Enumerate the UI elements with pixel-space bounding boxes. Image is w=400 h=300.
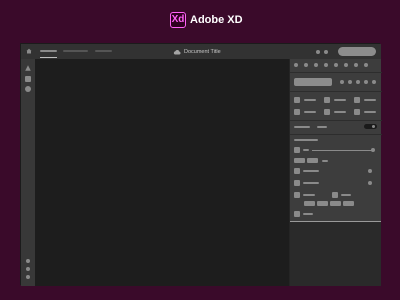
align-top-icon[interactable] xyxy=(324,63,328,67)
y-position-value[interactable] xyxy=(334,111,346,113)
section-divider xyxy=(290,134,382,135)
responsive-resize-label xyxy=(294,126,310,128)
section-divider xyxy=(290,120,382,121)
component-option-icon[interactable] xyxy=(364,80,368,84)
mobile-preview-icon[interactable] xyxy=(316,50,320,54)
tab-prototype[interactable] xyxy=(63,50,88,52)
align-center-icon[interactable] xyxy=(304,63,308,67)
stroke-position-button[interactable] xyxy=(317,201,328,206)
border-size-value[interactable] xyxy=(303,194,315,196)
blend-mode-button[interactable] xyxy=(294,158,305,163)
document-title-group[interactable]: Document Title xyxy=(173,48,221,56)
height-value[interactable] xyxy=(334,99,346,101)
opacity-value[interactable] xyxy=(303,149,309,151)
tab-share[interactable] xyxy=(95,50,112,52)
assets-icon[interactable] xyxy=(26,267,30,271)
border-label xyxy=(303,182,319,184)
document-title: Document Title xyxy=(184,49,221,55)
blend-mode-button[interactable] xyxy=(307,158,318,163)
border-style-icon[interactable] xyxy=(294,192,300,198)
component-option-icon[interactable] xyxy=(340,80,344,84)
align-middle-icon[interactable] xyxy=(334,63,338,67)
shadow-label xyxy=(303,213,313,215)
ellipse-icon[interactable] xyxy=(25,86,31,92)
component-option-icon[interactable] xyxy=(372,80,376,84)
x-position-icon xyxy=(294,109,300,115)
border-color-swatch[interactable] xyxy=(368,181,372,185)
component-option-icon[interactable] xyxy=(356,80,360,84)
design-canvas[interactable] xyxy=(35,59,289,286)
responsive-resize-toggle[interactable] xyxy=(364,124,377,129)
fill-checkbox[interactable] xyxy=(294,168,300,174)
responsive-resize-mode[interactable] xyxy=(317,126,327,128)
section-divider xyxy=(290,91,382,92)
height-icon xyxy=(324,97,330,103)
panel-empty-area xyxy=(290,221,381,286)
toggle-knob xyxy=(372,125,375,128)
property-inspector xyxy=(289,59,382,286)
cloud-icon xyxy=(173,49,181,55)
triangle-icon[interactable] xyxy=(25,65,31,71)
rotation-icon xyxy=(354,109,360,115)
responsive-value[interactable] xyxy=(364,99,376,101)
align-left-icon[interactable] xyxy=(294,63,298,67)
home-icon[interactable] xyxy=(26,48,32,54)
y-position-icon xyxy=(324,109,330,115)
app-window: Document Title xyxy=(20,43,382,286)
lock-aspect-icon[interactable] xyxy=(354,97,360,103)
opacity-icon xyxy=(294,147,300,153)
stroke-position-button[interactable] xyxy=(330,201,341,206)
brand-title: Adobe XD xyxy=(190,14,243,26)
tool-bar xyxy=(21,59,35,286)
x-position-value[interactable] xyxy=(304,111,316,113)
fill-color-swatch[interactable] xyxy=(368,169,372,173)
adobe-xd-logo: Xd xyxy=(170,12,186,28)
share-button[interactable] xyxy=(338,47,376,56)
panel-section-divider xyxy=(290,221,381,222)
blend-mode-label xyxy=(322,160,328,162)
plugins-icon[interactable] xyxy=(26,259,30,263)
shadow-checkbox[interactable] xyxy=(294,211,300,217)
distribute-horizontal-icon[interactable] xyxy=(354,63,358,67)
component-option-icon[interactable] xyxy=(348,80,352,84)
border-dash-icon[interactable] xyxy=(332,192,338,198)
width-icon xyxy=(294,97,300,103)
rectangle-icon[interactable] xyxy=(25,76,31,82)
border-dash-value[interactable] xyxy=(341,194,351,196)
opacity-slider-knob[interactable] xyxy=(371,148,375,152)
layers-icon[interactable] xyxy=(26,275,30,279)
align-right-icon[interactable] xyxy=(314,63,318,67)
desktop-preview-icon[interactable] xyxy=(324,50,328,54)
opacity-slider-track[interactable] xyxy=(312,150,372,151)
title-bar: Document Title xyxy=(21,44,381,59)
width-value[interactable] xyxy=(304,99,316,101)
stroke-position-button[interactable] xyxy=(304,201,315,206)
border-checkbox[interactable] xyxy=(294,180,300,186)
stroke-position-button[interactable] xyxy=(343,201,354,206)
fill-label xyxy=(303,170,319,172)
tab-design[interactable] xyxy=(40,50,57,52)
align-bottom-icon[interactable] xyxy=(344,63,348,67)
active-tab-indicator xyxy=(40,57,57,58)
rotation-value[interactable] xyxy=(364,111,376,113)
section-divider xyxy=(290,72,382,73)
component-field[interactable] xyxy=(294,78,332,86)
distribute-vertical-icon[interactable] xyxy=(364,63,368,67)
appearance-heading xyxy=(294,139,318,141)
